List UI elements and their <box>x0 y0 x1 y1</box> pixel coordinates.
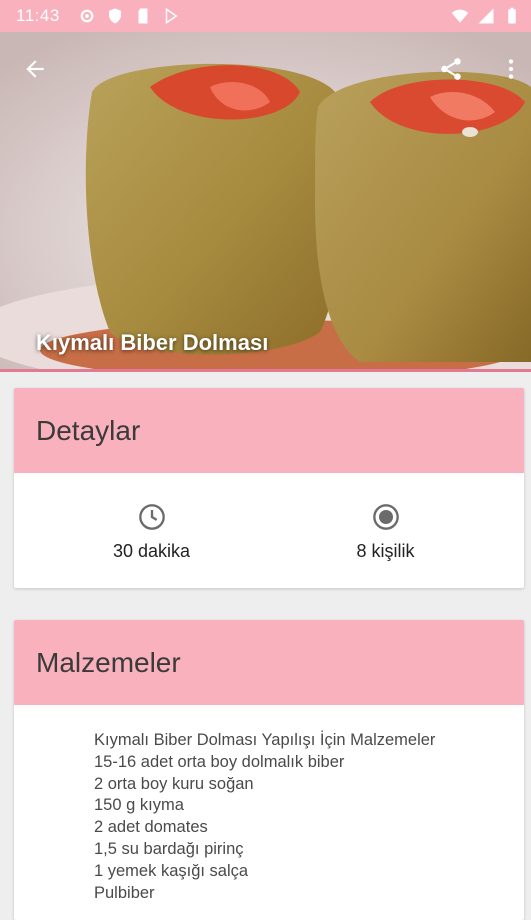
ingredient-line: 15-16 adet orta boy dolmalık biber <box>94 752 345 771</box>
ingredient-line: Pulbiber <box>94 883 155 902</box>
shield-icon <box>109 8 121 24</box>
servings: 8 kişilik <box>258 473 513 562</box>
share-button[interactable] <box>434 52 468 86</box>
header-divider <box>0 369 531 372</box>
servings-icon <box>372 504 399 530</box>
ingredient-line: 150 g kıyma <box>94 796 184 815</box>
status-bar: 11:43 <box>0 0 531 32</box>
cook-time: 30 dakika <box>24 473 279 562</box>
ingredient-line: 2 orta boy kuru soğan <box>94 774 254 793</box>
ingredient-line: 1,5 su bardağı pirinç <box>94 839 244 858</box>
back-button[interactable] <box>18 52 52 86</box>
signal-icon <box>478 8 494 24</box>
status-right-icons <box>451 7 521 25</box>
status-left-icons <box>78 7 180 25</box>
ingredient-line: 1 yemek kaşığı salça <box>94 861 249 880</box>
battery-icon <box>508 7 516 24</box>
recipe-title: Kıymalı Biber Dolması <box>36 330 269 355</box>
ingredient-line: 2 adet domates <box>94 818 208 837</box>
status-time: 11:43 <box>16 6 60 25</box>
ingredients-title: Malzemeler <box>14 620 524 705</box>
servings-label: 8 kişilik <box>356 541 415 561</box>
sd-card-icon <box>138 8 148 24</box>
gear-icon <box>80 9 94 23</box>
details-body: 30 dakika 8 kişilik <box>14 473 524 588</box>
ingredients-list: Kıymalı Biber Dolması Yapılışı İçin Malz… <box>14 705 524 904</box>
more-options-button[interactable] <box>494 52 528 86</box>
ingredient-line: Kıymalı Biber Dolması Yapılışı İçin Malz… <box>94 731 436 749</box>
arrow-back-icon <box>26 60 44 78</box>
ingredients-card: Malzemeler Kıymalı Biber Dolması Yapılış… <box>14 620 524 920</box>
more-vert-icon <box>508 59 514 79</box>
play-store-icon <box>165 7 178 25</box>
share-icon <box>441 58 461 80</box>
clock-icon <box>138 504 165 530</box>
wifi-icon <box>451 9 469 23</box>
details-title: Detaylar <box>14 388 524 473</box>
cook-time-label: 30 dakika <box>112 541 191 561</box>
details-card: Detaylar 30 dakika 8 kişilik <box>14 388 524 588</box>
